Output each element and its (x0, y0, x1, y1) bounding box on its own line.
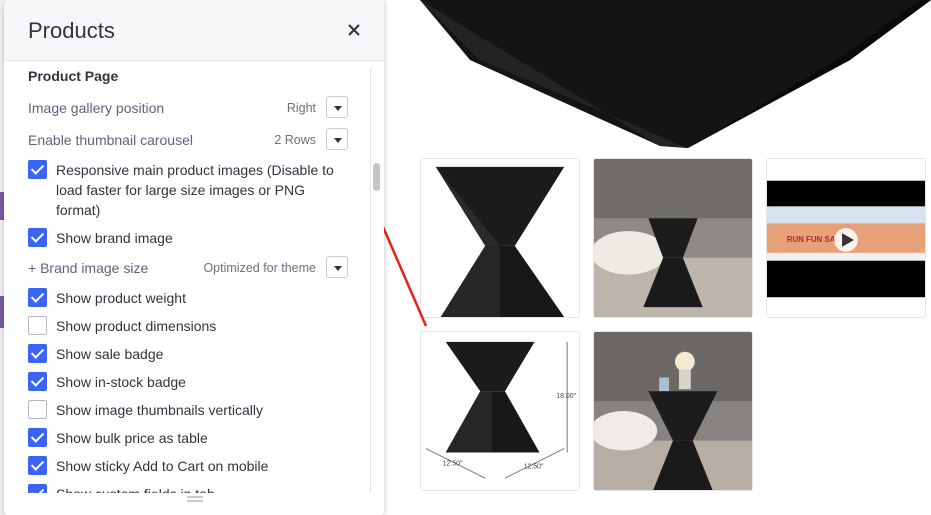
bulk-price-table-checkbox[interactable] (28, 428, 47, 447)
bulk-price-table-label: Show bulk price as table (56, 430, 208, 446)
product-weight-checkbox[interactable] (28, 288, 47, 307)
custom-fields-tab-label: Show custom fields in tab (56, 484, 348, 493)
thumbnail-carousel-dropdown[interactable] (326, 128, 348, 150)
panel-scrollbar-thumb[interactable] (373, 163, 380, 191)
products-settings-panel: Products Product Page Image gallery posi… (4, 0, 384, 515)
sale-badge-checkbox[interactable] (28, 344, 47, 363)
product-weight-label: Show product weight (56, 290, 186, 306)
responsive-images-option[interactable]: Responsive main product images (Disable … (28, 160, 348, 220)
brand-image-label: Show brand image (56, 230, 173, 246)
brand-image-size-label: + Brand image size (28, 260, 149, 276)
in-stock-badge-label: Show in-stock badge (56, 374, 186, 390)
brand-image-option[interactable]: Show brand image (28, 228, 348, 248)
product-weight-option[interactable]: Show product weight (28, 288, 348, 308)
image-gallery-position-row: Image gallery position Right (28, 96, 348, 120)
product-dimensions-label: Show product dimensions (56, 318, 217, 334)
bulk-price-table-option[interactable]: Show bulk price as table (28, 428, 348, 448)
sticky-add-to-cart-label: Show sticky Add to Cart on mobile (56, 458, 269, 474)
image-gallery-position-value[interactable]: Right (287, 101, 316, 115)
sale-badge-option[interactable]: Show sale badge (28, 344, 348, 364)
sticky-add-to-cart-option[interactable]: Show sticky Add to Cart on mobile (28, 456, 348, 476)
product-dimensions-checkbox[interactable] (28, 316, 47, 335)
panel-header: Products (4, 0, 384, 61)
section-title-product-page: Product Page (28, 68, 119, 84)
resize-grip-icon[interactable] (187, 496, 203, 506)
brand-image-checkbox[interactable] (28, 228, 47, 247)
thumbnails-vertical-checkbox[interactable] (28, 400, 47, 419)
in-stock-badge-checkbox[interactable] (28, 372, 47, 391)
sticky-add-to-cart-checkbox[interactable] (28, 456, 47, 475)
custom-fields-tab-option[interactable]: Show custom fields in tab (28, 484, 348, 493)
responsive-images-label: Responsive main product images (Disable … (56, 162, 334, 218)
product-dimensions-option[interactable]: Show product dimensions (28, 316, 348, 336)
in-stock-badge-option[interactable]: Show in-stock badge (28, 372, 348, 392)
image-gallery-position-dropdown[interactable] (326, 96, 348, 118)
custom-fields-tab-checkbox[interactable] (28, 484, 47, 493)
sale-badge-label: Show sale badge (56, 346, 164, 362)
responsive-images-checkbox[interactable] (28, 160, 47, 179)
thumbnail-carousel-row: Enable thumbnail carousel 2 Rows (28, 128, 348, 152)
thumbnail-carousel-label: Enable thumbnail carousel (28, 132, 193, 148)
thumbnails-vertical-option[interactable]: Show image thumbnails vertically (28, 400, 348, 420)
panel-body: Product Page Image gallery position Righ… (4, 60, 384, 493)
panel-title: Products (28, 18, 115, 43)
close-icon[interactable] (344, 20, 364, 40)
panel-scrollbar-track[interactable] (370, 68, 383, 493)
brand-image-size-row: + Brand image size Optimized for theme (28, 256, 348, 280)
thumbnail-carousel-value[interactable]: 2 Rows (274, 133, 316, 147)
thumbnails-vertical-label: Show image thumbnails vertically (56, 402, 263, 418)
image-gallery-position-label: Image gallery position (28, 100, 165, 116)
brand-image-size-dropdown[interactable] (326, 256, 348, 278)
brand-image-size-value[interactable]: Optimized for theme (203, 261, 316, 275)
